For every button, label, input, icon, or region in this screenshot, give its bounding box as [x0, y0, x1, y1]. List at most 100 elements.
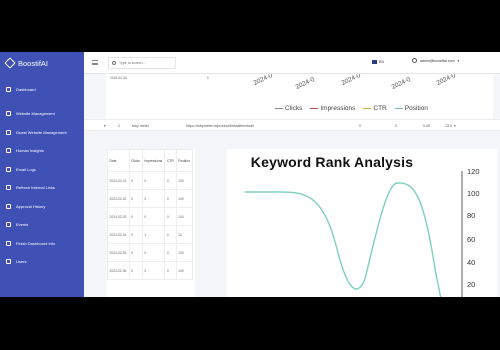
table-cell: 13: [175, 225, 194, 244]
app-window: BoostifAI Dashboard Website Management G…: [0, 52, 500, 297]
row-clicks: 0: [359, 124, 361, 128]
row-index: 2: [118, 124, 120, 128]
table-row: 2024-02-02 0 0 0 100: [107, 189, 194, 208]
check-icon: [6, 203, 11, 209]
sidebar-item-label: Finish Dashboard Info: [16, 240, 56, 246]
table-cell: 0: [141, 243, 166, 262]
table-cell: 0: [141, 261, 166, 280]
topbar: EN admin@boostifai.com ▾: [84, 52, 500, 74]
column-header[interactable]: Clicks: [128, 149, 143, 172]
y-tick-label: 80: [467, 211, 476, 220]
row-keyword: toby meter: [132, 124, 149, 128]
y-tick-label: 60: [467, 235, 476, 244]
table-row: 2024-02-04 0 1 0 13: [107, 225, 194, 244]
globe-icon: [6, 111, 11, 117]
table-cell: 2024-02-03: [107, 207, 130, 226]
sidebar-item-dashboard[interactable]: Dashboard: [0, 80, 84, 99]
y-tick-label: 120: [467, 167, 480, 176]
table-cell: 0: [141, 189, 166, 208]
search-icon: [112, 61, 116, 65]
legend-swatch: [363, 107, 372, 110]
legend-label: Position: [404, 105, 428, 112]
data-table-card: Date Clicks Impressions CTR Position 202…: [107, 149, 195, 297]
table-cell: 0: [128, 243, 143, 262]
table-cell: 0: [128, 189, 143, 208]
sidebar-item-label: Approval History: [16, 203, 46, 209]
x-tick-label: 2024-0: [294, 76, 316, 91]
sidebar-item-label: Refresh Internal Links: [16, 185, 55, 191]
sidebar: BoostifAI Dashboard Website Management G…: [0, 52, 84, 297]
sidebar-item-label: Users: [16, 259, 27, 265]
table-cell: 2024-02-01: [107, 171, 130, 190]
row-position: 13.0: [445, 124, 452, 128]
table-cell: 100: [175, 243, 194, 262]
table-row: 2024-02-03 0 0 0 100: [107, 207, 194, 226]
table-cell: 0: [164, 261, 177, 280]
table-cell: 2024-02-02: [107, 189, 130, 208]
column-header[interactable]: Date: [107, 149, 130, 172]
chevron-down-icon: ▾: [454, 124, 456, 128]
x-tick-label: 2024-0: [252, 74, 274, 87]
expand-chevron-icon[interactable]: ▾: [104, 124, 106, 128]
legend-swatch: [310, 107, 319, 110]
sidebar-item-human-insights[interactable]: Human Insights: [0, 142, 84, 161]
legend-item-position[interactable]: Position: [394, 105, 428, 112]
search-input[interactable]: [119, 61, 174, 65]
sidebar-item-approval-history[interactable]: Approval History: [0, 197, 84, 216]
language-selector[interactable]: EN: [372, 60, 384, 64]
chart-icon: [6, 148, 11, 154]
table-cell: 0: [141, 207, 166, 226]
sidebar-item-label: Dashboard: [16, 86, 36, 92]
legend-item-ctr[interactable]: CTR: [363, 105, 387, 112]
legend-label: Impressions: [320, 105, 356, 112]
user-menu[interactable]: admin@boostifai.com ▾: [412, 58, 459, 63]
column-header[interactable]: CTR: [164, 149, 177, 172]
info-icon: [6, 240, 11, 246]
legend-item-clicks[interactable]: Clicks: [275, 105, 302, 112]
sidebar-item-guest-website-management[interactable]: Guest Website Management: [0, 123, 84, 142]
search-box[interactable]: [108, 57, 176, 69]
table-cell: 0: [141, 171, 166, 190]
table-cell: 100: [175, 171, 194, 190]
sidebar-item-label: Human Insights: [16, 148, 44, 154]
sidebar-item-email-logs[interactable]: Email Logs: [0, 160, 84, 179]
x-tick-label: 2024-0: [390, 76, 412, 91]
table-row: 2024-02-06 0 0 0 100: [107, 261, 194, 280]
sidebar-item-events[interactable]: Events: [0, 216, 84, 235]
sidebar-item-users[interactable]: Users: [0, 253, 84, 272]
table-cell: 2024-02-06: [107, 261, 130, 280]
sidebar-item-finish-dashboard-info[interactable]: Finish Dashboard Info: [0, 234, 84, 253]
table-cell: 0: [128, 207, 143, 226]
x-tick-label: 2024-0: [435, 74, 457, 87]
sidebar-item-website-management[interactable]: Website Management: [0, 105, 84, 124]
table-cell: 0: [128, 261, 143, 280]
language-label: EN: [379, 60, 384, 64]
sidebar-item-label: Guest Website Management: [16, 129, 67, 135]
column-header[interactable]: Position: [175, 149, 194, 172]
table-cell: 0: [128, 171, 143, 190]
x-tick-label: 2024-0: [340, 74, 362, 87]
table-cell: 100: [175, 261, 194, 280]
keyword-row[interactable]: ▾ 2 toby meter https://tobymeter.nl/prod…: [84, 119, 500, 131]
sidebar-item-label: Email Logs: [16, 166, 36, 172]
row-url[interactable]: https://tobymeter.nl/product/betaaltermi…: [186, 124, 254, 128]
legend-item-impressions[interactable]: Impressions: [310, 105, 355, 112]
user-icon: [6, 259, 11, 265]
sidebar-item-refresh-internal-links[interactable]: Refresh Internal Links: [0, 179, 84, 198]
flag-icon: [372, 60, 377, 64]
rank-chart-plot: [245, 171, 463, 297]
y-tick-label: 100: [467, 189, 480, 198]
column-header[interactable]: Impressions: [141, 149, 166, 172]
row-ctr: 0.00: [423, 124, 430, 128]
y-tick-label: 20: [467, 280, 476, 289]
avatar-icon: [412, 58, 417, 63]
brand-logo-icon: [4, 57, 16, 69]
rank-chart-card: Keyword Rank Analysis 120 100 80 60 40 2…: [227, 149, 497, 297]
table-cell: 100: [175, 189, 194, 208]
main-content: 2024-02-06 0 0 0 2024-0 2024-0 2024-0 20…: [84, 74, 500, 297]
user-email: admin@boostifai.com: [420, 58, 455, 63]
link-icon: [6, 185, 11, 191]
data-table: Date Clicks Impressions CTR Position 202…: [107, 149, 194, 280]
hamburger-menu-icon[interactable]: [92, 60, 98, 65]
brand[interactable]: BoostifAI: [0, 52, 84, 74]
